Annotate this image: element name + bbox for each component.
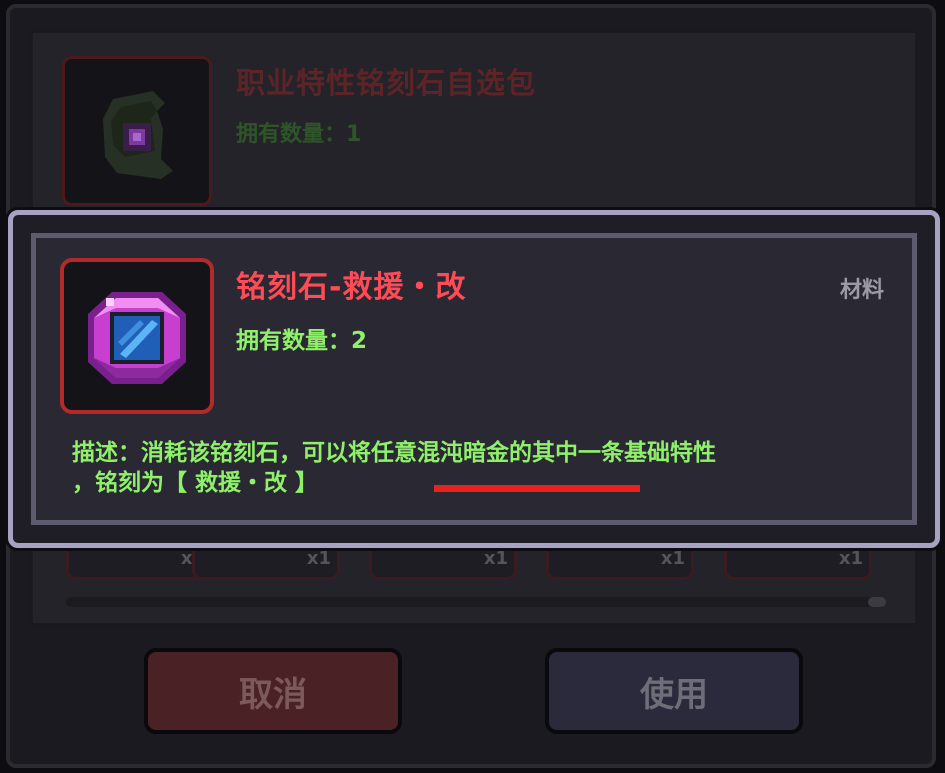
bg-item-count: 拥有数量：1 [236,122,362,147]
use-button[interactable]: 使用 [545,648,803,734]
bg-item-icon-frame[interactable] [62,56,212,206]
item-name: 铭刻石-救援・改 [236,270,467,305]
cancel-button[interactable]: 取消 [144,648,402,734]
annotation-underline [434,485,640,492]
description-line: 描述：消耗该铭刻石，可以将任意混沌暗金的其中一条基础特性 [72,440,716,466]
scrollbar-thumb[interactable] [868,597,886,607]
inscription-gem-icon [88,292,186,384]
slot-qty: x1 [838,548,863,569]
item-count: 拥有数量：2 [236,328,368,354]
description-line: ，铭刻为【 救援・改 】 [72,470,319,496]
item-icon-frame [60,258,214,414]
slot-qty: x1 [483,548,508,569]
inscription-pack-icon [103,91,173,179]
bg-item-name: 职业特性铭刻石自选包 [236,66,537,100]
item-category-label: 材料 [840,278,885,303]
slot-qty: x1 [660,548,685,569]
item-scrollbar[interactable] [66,597,886,607]
slot-qty: x1 [306,548,331,569]
